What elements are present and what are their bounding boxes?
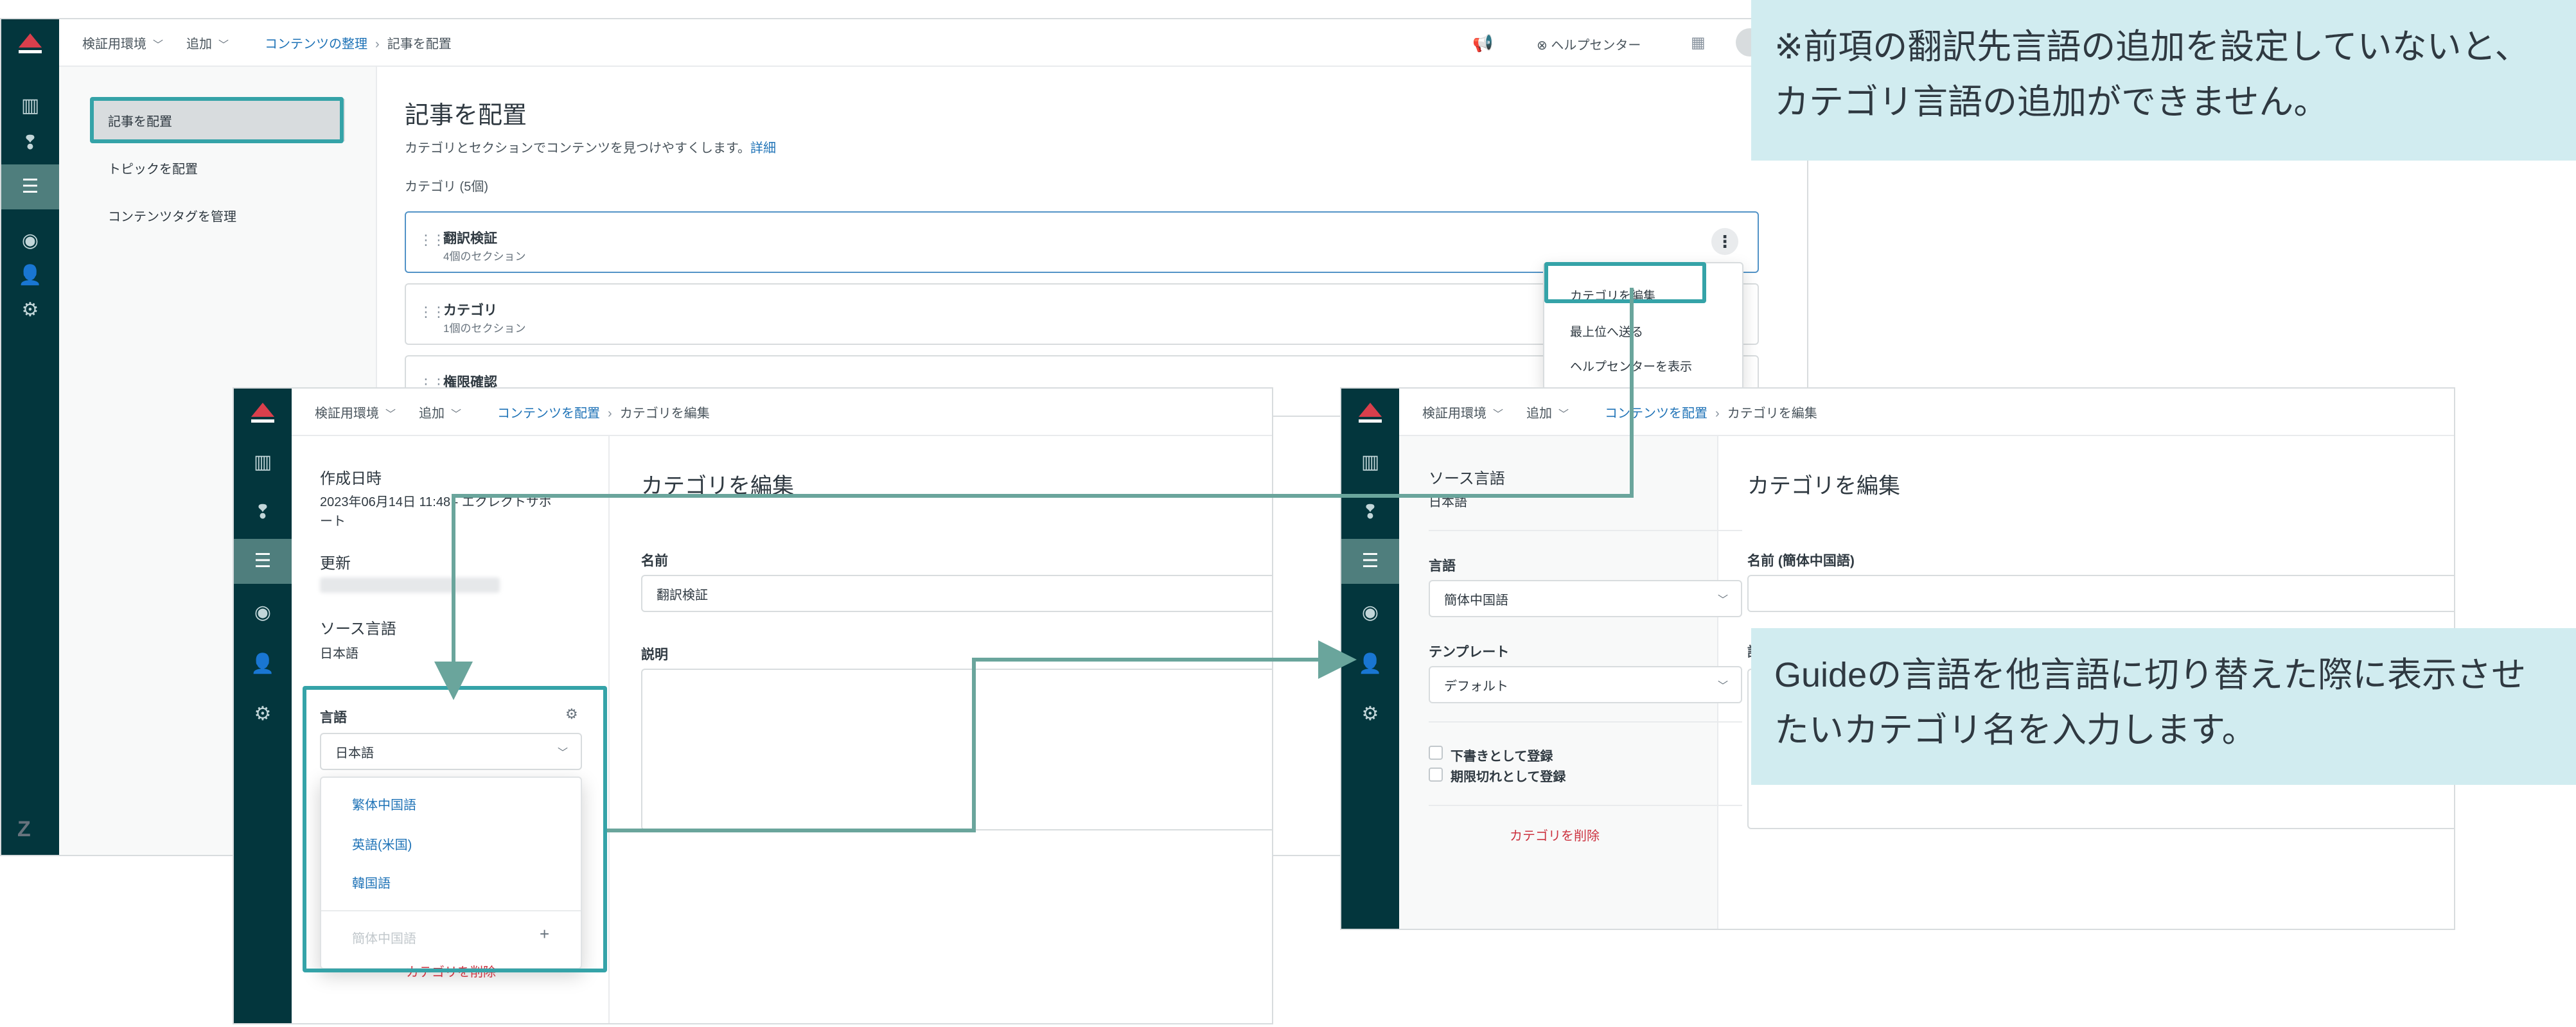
arrow-edit-to-language: [434, 288, 1634, 700]
note-top: ※前項の翻訳先言語の追加を設定していないと、 カテゴリ言語の追加ができません。: [1751, 0, 2576, 161]
arrow-language-to-edit: [607, 640, 1357, 832]
note-top-line2: カテゴリ言語の追加ができません。: [1774, 83, 2329, 121]
note-bottom-line2: たいカテゴリ名を入力します。: [1774, 711, 2257, 750]
note-bottom: Guideの言語を他言語に切り替えた際に表示させ たいカテゴリ名を入力します。: [1751, 628, 2576, 785]
note-top-line1: ※前項の翻訳先言語の追加を設定していないと、: [1774, 28, 2530, 66]
note-bottom-line1: Guideの言語を他言語に切り替えた際に表示させ: [1774, 656, 2527, 694]
